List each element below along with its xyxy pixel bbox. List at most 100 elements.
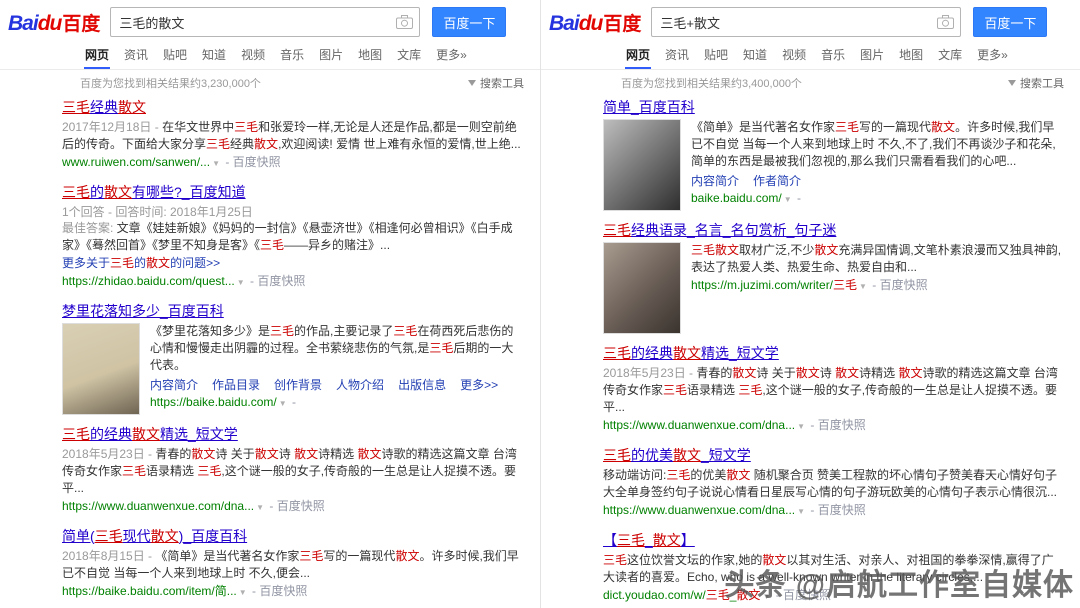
tab-0[interactable]: 网页 <box>84 46 110 69</box>
result-sub-link[interactable]: 更多>> <box>460 376 498 393</box>
url-dropdown-icon[interactable]: ▼ <box>239 588 247 597</box>
tab-9[interactable]: 更多» <box>976 46 1009 69</box>
result-snippet-text: 文章《娃娃新娘》《妈妈的一封信》《悬壶济世》《相逢何必曾相识》《白手成家》《蓦然… <box>62 221 513 252</box>
baidu-logo[interactable]: Baidu百度 <box>549 9 641 36</box>
result-more-link[interactable]: 更多关于三毛的散文的问题>> <box>62 255 220 272</box>
tab-5[interactable]: 音乐 <box>279 46 305 69</box>
result-title-link[interactable]: 简单(三毛现代散文)_百度百科 <box>62 528 247 544</box>
result-snapshot-link[interactable]: - 百度快照 <box>266 499 325 513</box>
result-snippet-text: 移动端访问:三毛的优美散文 随机聚合页 赞美工程款的坏心情句子赞美春天心情好句子… <box>603 468 1057 499</box>
tab-1[interactable]: 资讯 <box>123 46 149 69</box>
result-sub-link[interactable]: 作者简介 <box>753 172 801 189</box>
result-sub-link[interactable]: 内容简介 <box>150 376 198 393</box>
result-title-link[interactable]: 梦里花落知多少_百度百科 <box>62 303 224 319</box>
result-sub-link[interactable]: 出版信息 <box>398 376 446 393</box>
result-url: www.ruiwen.com/sanwen/... <box>62 155 210 169</box>
tab-4[interactable]: 视频 <box>240 46 266 69</box>
url-dropdown-icon[interactable]: ▼ <box>784 195 792 204</box>
tab-3[interactable]: 知道 <box>742 46 768 69</box>
tab-3[interactable]: 知道 <box>201 46 227 69</box>
tab-1[interactable]: 资讯 <box>664 46 690 69</box>
tab-5[interactable]: 音乐 <box>820 46 846 69</box>
result-url: https://www.duanwenxue.com/dna... <box>603 418 795 432</box>
url-dropdown-icon[interactable]: ▼ <box>256 503 264 512</box>
result-url-dash: - <box>289 395 296 409</box>
result-url: https://baike.baidu.com/item/简... <box>62 584 237 598</box>
url-dropdown-icon[interactable]: ▼ <box>859 282 867 291</box>
search-input[interactable] <box>110 7 420 37</box>
result-snapshot-link[interactable]: - 百度快照 <box>247 274 306 288</box>
result-title-link[interactable]: 三毛的优美散文_短文学 <box>603 447 751 463</box>
result-snippet: 最佳答案: 文章《娃娃新娘》《妈妈的一封信》《悬壶济世》《相逢何必曾相识》《白手… <box>62 220 524 254</box>
result-snapshot-link[interactable]: - 百度快照 <box>249 584 308 598</box>
tab-4[interactable]: 视频 <box>781 46 807 69</box>
url-dropdown-icon[interactable]: ▼ <box>797 422 805 431</box>
search-result: 梦里花落知多少_百度百科《梦里花落知多少》是三毛的作品,主要记录了三毛在荷西死后… <box>62 301 524 415</box>
tabs: 网页资讯贴吧知道视频音乐图片地图文库更多» <box>0 43 540 70</box>
result-snapshot-link[interactable]: - 百度快照 <box>807 418 866 432</box>
search-button[interactable]: 百度一下 <box>432 7 506 37</box>
result-snapshot-link[interactable]: - 百度快照 <box>807 503 866 517</box>
camera-icon[interactable] <box>396 15 413 29</box>
result-sub-link[interactable]: 人物介绍 <box>336 376 384 393</box>
result-thumbnail[interactable] <box>62 323 140 415</box>
result-title-link[interactable]: 三毛的经典散文精选_短文学 <box>62 426 238 442</box>
result-sub-links: 内容简介作品目录创作背景人物介绍出版信息更多>> <box>150 376 524 393</box>
result-sub-link[interactable]: 作品目录 <box>212 376 260 393</box>
search-result: 三毛的经典散文精选_短文学 2018年5月23日 - 青春的散文诗 关于散文诗 散… <box>603 343 1064 436</box>
serp-panel-right: Baidu百度 百度一下 网页资讯贴吧知道视频音乐图片地图文库更多» 百度为您找… <box>540 0 1080 608</box>
search-tools-button[interactable]: 搜索工具 <box>1008 75 1064 91</box>
result-thumbnail[interactable] <box>603 242 681 334</box>
search-button[interactable]: 百度一下 <box>973 7 1047 37</box>
result-snippet: 2018年8月15日 - 《简单》是当代著名女作家三毛写的一篇现代散文。许多时候… <box>62 548 524 582</box>
tab-2[interactable]: 贴吧 <box>703 46 729 69</box>
url-dropdown-icon[interactable]: ▼ <box>237 278 245 287</box>
result-snapshot-link[interactable]: - 百度快照 <box>869 278 928 292</box>
result-title-link[interactable]: 三毛经典散文 <box>62 99 146 115</box>
result-snapshot-link[interactable]: - 百度快照 <box>222 155 281 169</box>
logo-cn: 百度 <box>62 14 100 35</box>
tab-7[interactable]: 地图 <box>898 46 924 69</box>
tab-2[interactable]: 贴吧 <box>162 46 188 69</box>
result-title-link[interactable]: 简单_百度百科 <box>603 99 695 115</box>
url-dropdown-icon[interactable]: ▼ <box>212 159 220 168</box>
tab-0[interactable]: 网页 <box>625 46 651 69</box>
result-date: 最佳答案: <box>62 221 117 235</box>
search-input[interactable] <box>651 7 961 37</box>
search-result: 三毛经典散文2017年12月18日 - 在华文世界中三毛和张爱玲一样,无论是人还… <box>62 97 524 173</box>
result-thumbnail[interactable] <box>603 119 681 211</box>
url-dropdown-icon[interactable]: ▼ <box>279 399 287 408</box>
tab-6[interactable]: 图片 <box>859 46 885 69</box>
tab-9[interactable]: 更多» <box>435 46 468 69</box>
result-sub-link[interactable]: 内容简介 <box>691 172 739 189</box>
logo-du: du <box>38 12 62 35</box>
result-title-link[interactable]: 三毛的散文有哪些?_百度知道 <box>62 184 246 200</box>
tab-8[interactable]: 文库 <box>937 46 963 69</box>
result-url: https://www.duanwenxue.com/dna... <box>603 503 795 517</box>
camera-icon[interactable] <box>937 15 954 29</box>
result-stats: 百度为您找到相关结果约3,230,000个 <box>80 75 261 91</box>
result-title-link[interactable]: 【三毛_散文】 <box>603 532 695 548</box>
search-result: 简单(三毛现代散文)_百度百科 2018年8月15日 - 《简单》是当代著名女作家… <box>62 526 524 602</box>
funnel-icon <box>1008 80 1016 86</box>
result-snippet: 《梦里花落知多少》是三毛的作品,主要记录了三毛在荷西死后悲伤的心情和慢慢走出阴霾… <box>150 323 524 374</box>
search-box <box>651 7 961 37</box>
result-snippet-text: 《简单》是当代著名女作家三毛写的一篇现代散文。许多时候,我们早已不自觉 当每一个… <box>691 120 1056 168</box>
tab-7[interactable]: 地图 <box>357 46 383 69</box>
result-snippet: 2018年5月23日 - 青春的散文诗 关于散文诗 散文诗精选 散文诗歌的精选这… <box>603 365 1064 416</box>
url-dropdown-icon[interactable]: ▼ <box>797 507 805 516</box>
header: Baidu百度 百度一下 <box>0 0 540 43</box>
result-url: https://m.juzimi.com/writer/三毛 <box>691 278 857 292</box>
result-date: 2018年8月15日 - <box>62 549 155 563</box>
result-title-link[interactable]: 三毛的经典散文精选_短文学 <box>603 345 779 361</box>
result-sub-link[interactable]: 创作背景 <box>274 376 322 393</box>
search-result: 三毛的散文有哪些?_百度知道1个回答 - 回答时间: 2018年1月25日最佳答… <box>62 182 524 292</box>
search-tools-button[interactable]: 搜索工具 <box>468 75 524 91</box>
stats-bar: 百度为您找到相关结果约3,230,000个 搜索工具 <box>0 70 540 95</box>
tab-6[interactable]: 图片 <box>318 46 344 69</box>
baidu-logo[interactable]: Baidu百度 <box>8 9 100 36</box>
result-title-link[interactable]: 三毛经典语录_名言_名句赏析_句子迷 <box>603 222 836 238</box>
logo-bai: Bai <box>549 12 579 35</box>
search-tools-label: 搜索工具 <box>1020 75 1064 91</box>
tab-8[interactable]: 文库 <box>396 46 422 69</box>
